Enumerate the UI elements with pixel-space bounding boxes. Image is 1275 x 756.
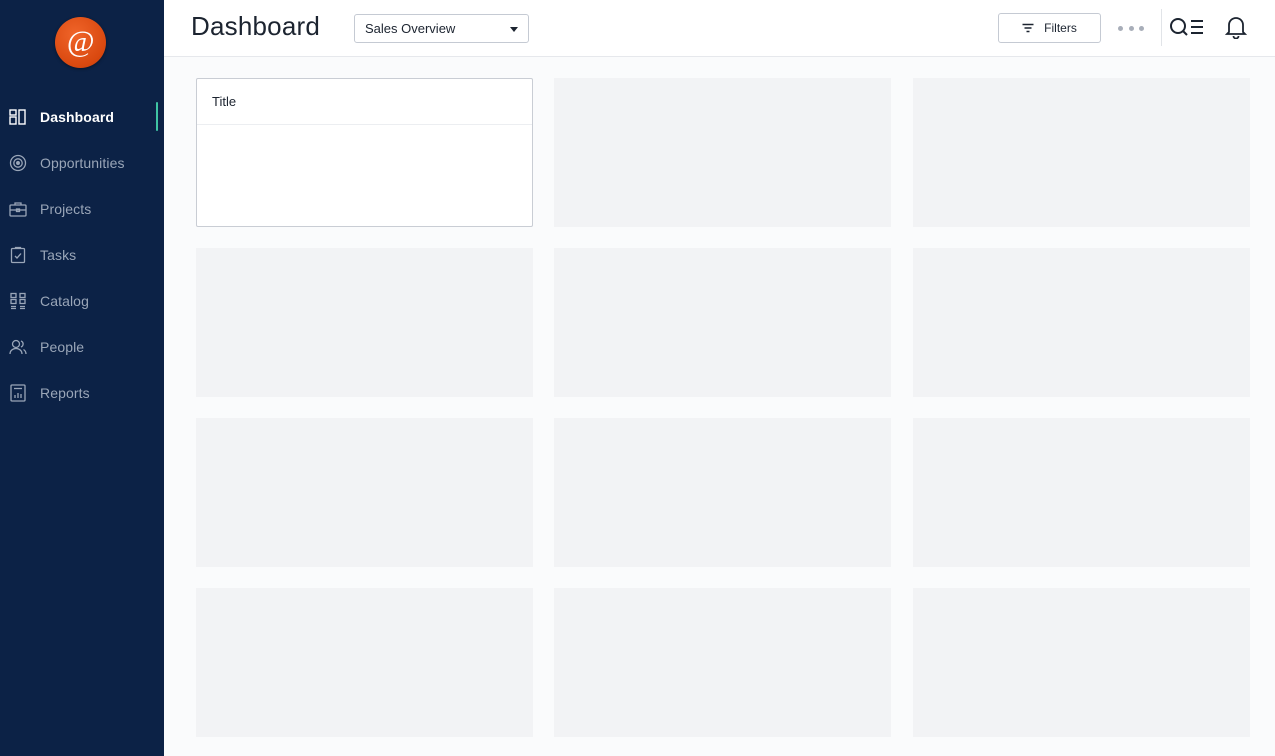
sidebar-item-catalog[interactable]: Catalog [0, 278, 164, 324]
header-divider [1161, 9, 1162, 46]
sidebar-item-tasks[interactable]: Tasks [0, 232, 164, 278]
more-icon[interactable] [1118, 19, 1144, 37]
card-placeholder [196, 588, 533, 737]
card-placeholder [554, 418, 891, 567]
view-select[interactable]: Sales Overview [354, 14, 529, 43]
report-icon [9, 384, 27, 402]
sidebar-item-label: People [40, 339, 85, 355]
card-placeholder [554, 588, 891, 737]
view-select-value: Sales Overview [365, 21, 456, 36]
card-title: Title [197, 79, 532, 125]
sidebar-item-reports[interactable]: Reports [0, 370, 164, 416]
sidebar-nav: Dashboard Opportunities Projects Tasks C… [0, 94, 164, 416]
bell-icon[interactable] [1225, 15, 1247, 39]
card-placeholder [554, 248, 891, 397]
sidebar-item-people[interactable]: People [0, 324, 164, 370]
app-logo[interactable]: @ [55, 17, 106, 68]
card-placeholder [913, 248, 1250, 397]
dashboard-icon [9, 108, 27, 126]
card-placeholder [196, 418, 533, 567]
sidebar-item-label: Projects [40, 201, 92, 217]
card-placeholder [913, 78, 1250, 227]
filters-button[interactable]: Filters [998, 13, 1101, 43]
search-menu-icon[interactable] [1169, 16, 1205, 38]
caret-down-icon [510, 27, 518, 32]
target-icon [9, 154, 27, 172]
sidebar-item-label: Catalog [40, 293, 89, 309]
sidebar-item-opportunities[interactable]: Opportunities [0, 140, 164, 186]
sidebar-item-dashboard[interactable]: Dashboard [0, 94, 164, 140]
card-placeholder [196, 248, 533, 397]
page-title: Dashboard [191, 11, 320, 41]
sidebar: @ Dashboard Opportunities Projects Tasks [0, 0, 164, 756]
filter-icon [1022, 23, 1034, 33]
top-header: Dashboard Sales Overview Filters [164, 0, 1275, 57]
card-placeholder [554, 78, 891, 227]
people-icon [9, 338, 27, 356]
sidebar-item-label: Tasks [40, 247, 77, 263]
sidebar-item-label: Opportunities [40, 155, 125, 171]
grid-icon [9, 292, 27, 310]
card-placeholder [913, 588, 1250, 737]
clipboard-check-icon [9, 246, 27, 264]
dashboard-card[interactable]: Title [196, 78, 533, 227]
filters-label: Filters [1044, 21, 1077, 35]
sidebar-item-label: Reports [40, 385, 90, 401]
sidebar-item-projects[interactable]: Projects [0, 186, 164, 232]
sidebar-item-label: Dashboard [40, 109, 115, 125]
card-placeholder [913, 418, 1250, 567]
briefcase-icon [9, 200, 27, 218]
